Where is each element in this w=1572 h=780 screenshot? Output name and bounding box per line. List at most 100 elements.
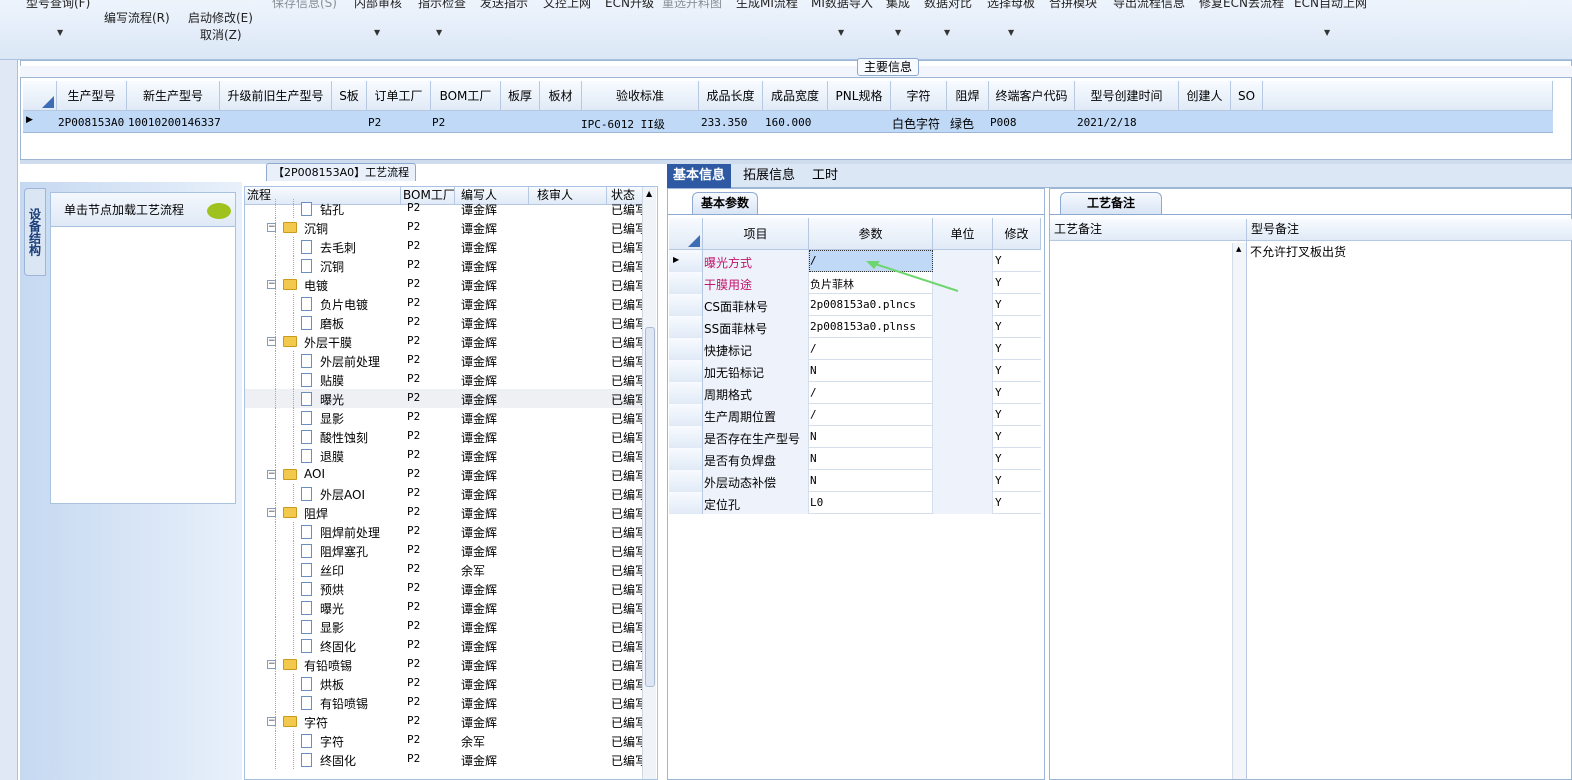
param-value[interactable]: / [810, 254, 817, 267]
cell-bom-factory[interactable]: P2 [432, 116, 445, 129]
param-modify[interactable]: Y [995, 276, 1002, 289]
row-selector[interactable] [669, 316, 703, 338]
param-value[interactable]: / [810, 342, 817, 355]
device-structure-tab[interactable]: 设备结构 [24, 188, 46, 276]
param-modify[interactable]: Y [995, 342, 1002, 355]
scroll-thumb[interactable] [645, 327, 655, 687]
param-modify[interactable]: Y [995, 254, 1002, 267]
save-info-button[interactable]: 保存信息(S) [272, 0, 337, 11]
tree-row[interactable]: − 沉铜 P2 谭金辉 已编写 [245, 218, 647, 237]
col-header[interactable]: 字符 [891, 81, 947, 111]
tree-row[interactable]: − 阻焊 P2 谭金辉 已编写 [245, 503, 647, 522]
tree-row[interactable]: 显影 P2 谭金辉 已编写 [245, 408, 647, 427]
tree-row[interactable]: − AOI P2 谭金辉 已编写 [245, 465, 647, 484]
row-selector[interactable] [669, 448, 703, 470]
collapse-icon[interactable]: − [267, 470, 276, 479]
param-row[interactable]: 干膜用途 负片菲林 Y [669, 272, 1041, 294]
send-instruction-button[interactable]: 发送指示 [480, 0, 528, 11]
cell-length[interactable]: 233.350 [701, 116, 747, 129]
tree-row[interactable]: 外层AOI P2 谭金辉 已编写 [245, 484, 647, 503]
cell-legend[interactable]: 白色字符 [892, 115, 940, 132]
param-item[interactable]: 曝光方式 [704, 254, 752, 271]
row-selector[interactable] [669, 404, 703, 426]
generate-mi-button[interactable]: 生成MI流程 [736, 0, 798, 11]
remarks-col-header[interactable]: 工艺备注 [1050, 219, 1247, 241]
tree-row[interactable]: 去毛刺 P2 谭金辉 已编写 [245, 237, 647, 256]
tree-row[interactable]: 负片电镀 P2 谭金辉 已编写 [245, 294, 647, 313]
tab-basic-info[interactable]: 基本信息 [667, 164, 732, 188]
tree-row[interactable]: 外层前处理 P2 谭金辉 已编写 [245, 351, 647, 370]
row-selector[interactable] [669, 360, 703, 382]
param-item[interactable]: 外层动态补偿 [704, 474, 776, 491]
tab-work-hours[interactable]: 工时 [806, 164, 844, 188]
tree-row[interactable]: 预烘 P2 谭金辉 已编写 [245, 579, 647, 598]
col-header[interactable]: 成品长度 [699, 81, 763, 111]
tree-row[interactable]: 终固化 P2 谭金辉 已编写 [245, 750, 647, 769]
col-header[interactable]: 升级前旧生产型号 [220, 81, 332, 111]
tree-row[interactable]: 曝光 P2 谭金辉 已编写 [245, 598, 647, 617]
param-row[interactable]: 周期格式 / Y [669, 382, 1041, 404]
remarks-scrollbar[interactable]: ▲ [1232, 243, 1246, 779]
tree-scrollbar[interactable]: ▲ [642, 187, 656, 779]
param-row[interactable]: ▶ 曝光方式 / Y [669, 250, 1041, 272]
integration-button[interactable]: 集成 [886, 0, 910, 11]
row-selector[interactable] [669, 294, 703, 316]
collapse-icon[interactable]: − [267, 660, 276, 669]
internal-review-button[interactable]: 内部审核 [354, 0, 402, 11]
param-item[interactable]: 定位孔 [704, 496, 740, 513]
param-item[interactable]: SS面菲林号 [704, 320, 767, 337]
param-row[interactable]: 是否存在生产型号 N Y [669, 426, 1041, 448]
tree-row[interactable]: 烘板 P2 谭金辉 已编写 [245, 674, 647, 693]
export-flow-info-button[interactable]: 导出流程信息 [1113, 0, 1185, 11]
param-row[interactable]: CS面菲林号 2p008153a0.plncs Y [669, 294, 1041, 316]
grid-col-header[interactable]: 项目 [703, 218, 809, 250]
scroll-up-icon[interactable]: ▲ [1236, 245, 1241, 253]
param-value[interactable]: N [810, 452, 817, 465]
param-value[interactable]: N [810, 474, 817, 487]
chat-bubble-icon[interactable] [207, 203, 231, 219]
publish-doc-button[interactable]: 文控上网 [543, 0, 591, 11]
collapse-icon[interactable]: − [267, 337, 276, 346]
cell-mask[interactable]: 绿色 [950, 115, 974, 132]
col-header[interactable]: 板材 [540, 81, 582, 111]
chevron-down-icon[interactable]: ▼ [57, 28, 63, 37]
param-item[interactable]: 周期格式 [704, 386, 752, 403]
cell-customer[interactable]: P008 [990, 116, 1017, 129]
row-selector[interactable] [669, 470, 703, 492]
col-header[interactable]: 终端客户代码 [989, 81, 1075, 111]
col-header[interactable]: SO [1231, 81, 1263, 111]
row-selector[interactable] [669, 492, 703, 514]
param-item[interactable]: 生产周期位置 [704, 408, 776, 425]
param-value[interactable]: / [810, 408, 817, 421]
tree-row[interactable]: 钻孔 P2 谭金辉 已编写 [245, 199, 647, 218]
param-row[interactable]: 生产周期位置 / Y [669, 404, 1041, 426]
collapse-icon[interactable]: − [267, 508, 276, 517]
tree-row[interactable]: 磨板 P2 谭金辉 已编写 [245, 313, 647, 332]
param-row[interactable]: 外层动态补偿 N Y [669, 470, 1041, 492]
param-row[interactable]: 是否有负焊盘 N Y [669, 448, 1041, 470]
tree-row[interactable]: 阻焊塞孔 P2 谭金辉 已编写 [245, 541, 647, 560]
collapse-icon[interactable]: − [267, 223, 276, 232]
chevron-down-icon[interactable]: ▼ [374, 28, 380, 37]
tree-row[interactable]: 有铅喷锡 P2 谭金辉 已编写 [245, 693, 647, 712]
tree-row[interactable]: 沉铜 P2 谭金辉 已编写 [245, 256, 647, 275]
tree-row[interactable]: − 外层干膜 P2 谭金辉 已编写 [245, 332, 647, 351]
data-compare-button[interactable]: 数据对比 [924, 0, 972, 11]
param-row[interactable]: 快捷标记 / Y [669, 338, 1041, 360]
tab-extended-info[interactable]: 拓展信息 [737, 164, 801, 188]
param-modify[interactable]: Y [995, 320, 1002, 333]
tree-row[interactable]: − 有铅喷锡 P2 谭金辉 已编写 [245, 655, 647, 674]
cell-created[interactable]: 2021/2/18 [1077, 116, 1137, 129]
grid-col-header[interactable]: 单位 [933, 218, 993, 250]
param-modify[interactable]: Y [995, 430, 1002, 443]
tree-row[interactable]: 丝印 P2 余军 已编写 [245, 560, 647, 579]
chevron-down-icon[interactable]: ▼ [1008, 28, 1014, 37]
row-selector[interactable] [669, 272, 703, 294]
param-value[interactable]: 2p008153a0.plnss [810, 320, 916, 333]
tree-row[interactable]: 退膜 P2 谭金辉 已编写 [245, 446, 647, 465]
chevron-down-icon[interactable]: ▼ [944, 28, 950, 37]
param-row[interactable]: 定位孔 L0 Y [669, 492, 1041, 514]
param-modify[interactable]: Y [995, 474, 1002, 487]
param-value[interactable]: 2p008153a0.plncs [810, 298, 916, 311]
col-header[interactable]: 创建人 [1179, 81, 1231, 111]
